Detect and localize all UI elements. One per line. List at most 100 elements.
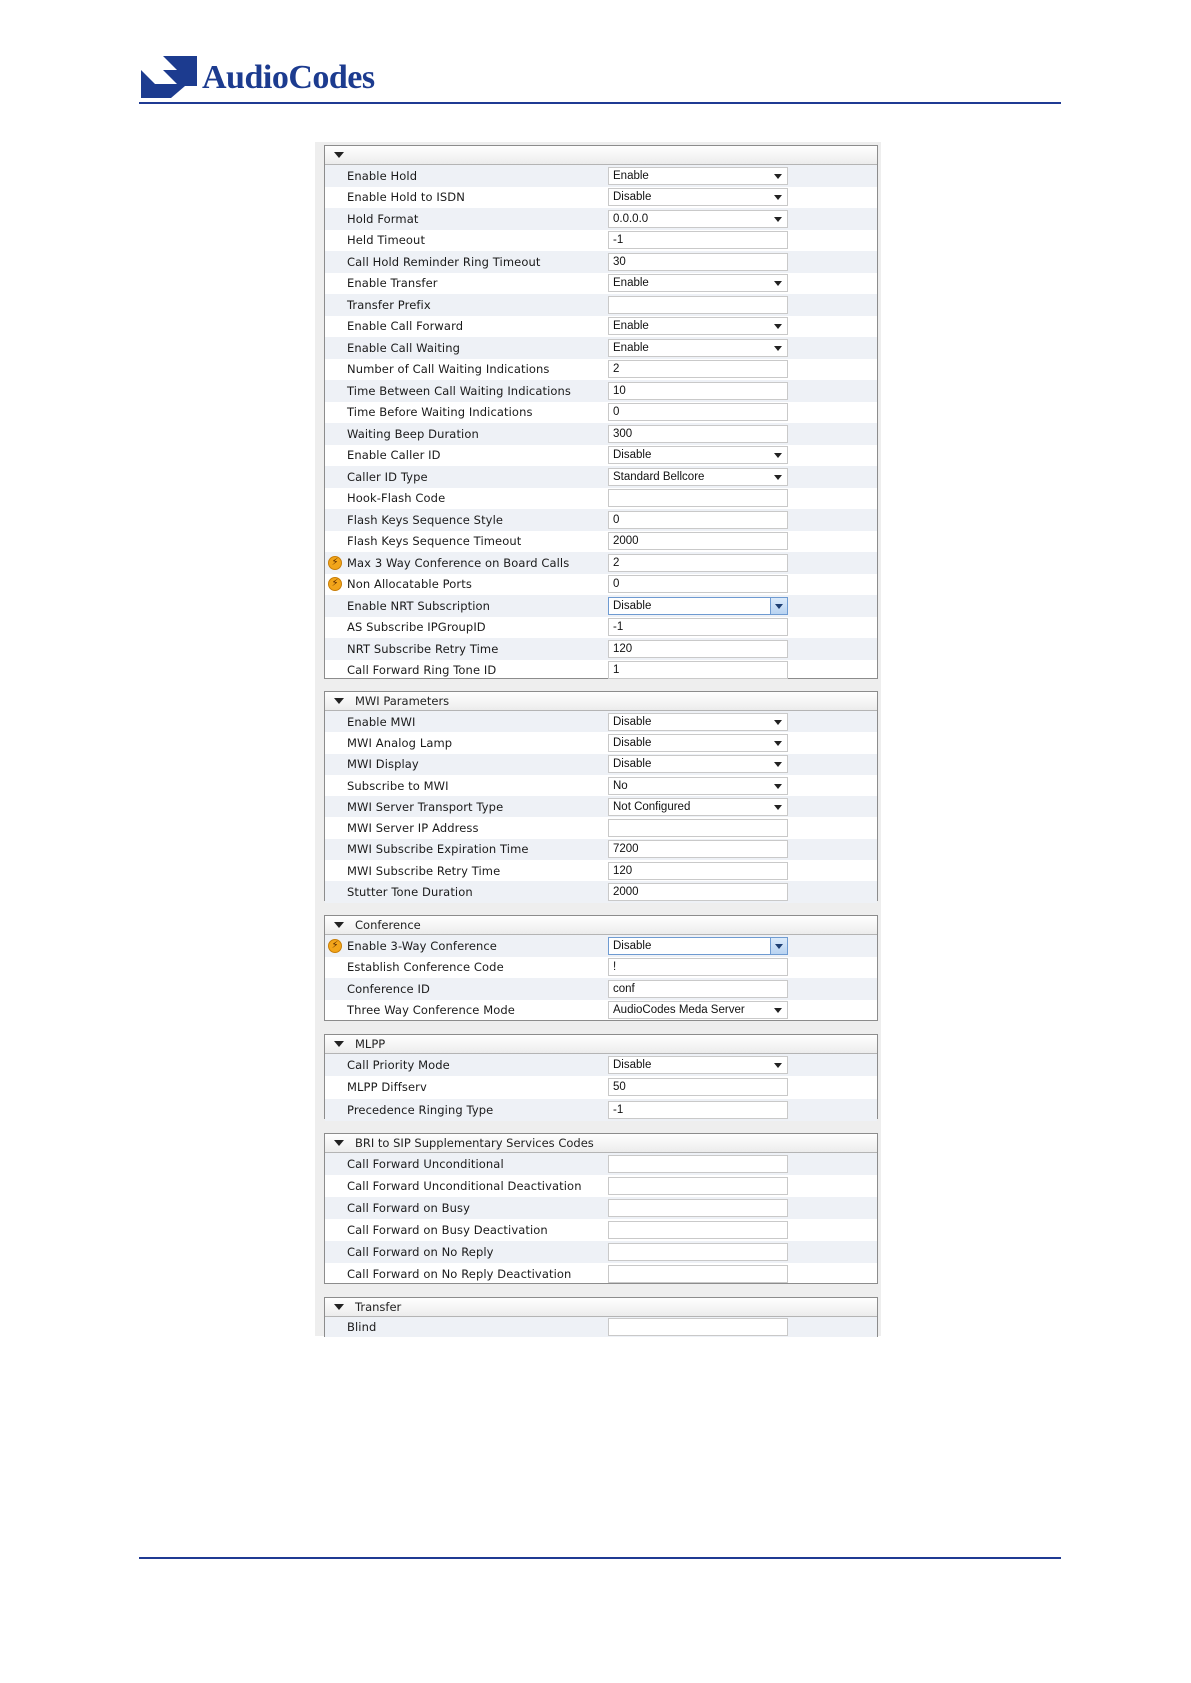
param-label: MWI Display	[347, 757, 419, 772]
dropdown-arrow-icon[interactable]	[774, 762, 782, 768]
stutter-tone-duration-input[interactable]: 2000	[608, 883, 788, 902]
param-label: Three Way Conference Mode	[347, 1003, 515, 1018]
call-forward-on-busy-input[interactable]	[608, 1199, 788, 1217]
dropdown-arrow-icon[interactable]	[774, 173, 782, 179]
subscribe-to-mwi-select[interactable]: No	[608, 776, 788, 795]
param-label: Flash Keys Sequence Style	[347, 512, 504, 527]
field-value: 300	[613, 427, 633, 440]
call-forward-on-no-reply-input[interactable]	[608, 1243, 788, 1261]
collapse-arrow-icon[interactable]	[334, 922, 344, 928]
section-header[interactable]: BRI to SIP Supplementary Services Codes	[325, 1134, 877, 1153]
enable-hold-to-isdn-select[interactable]: Disable	[608, 188, 788, 207]
collapse-arrow-icon[interactable]	[334, 1304, 344, 1310]
hook-flash-code-input[interactable]	[608, 489, 788, 508]
call-forward-unconditional-input[interactable]	[608, 1155, 788, 1173]
time-before-waiting-indications-input[interactable]: 0	[608, 403, 788, 422]
non-allocatable-ports-input[interactable]: 0	[608, 575, 788, 594]
mlpp-diffserv-input[interactable]: 50	[608, 1078, 788, 1097]
param-label: Enable 3-Way Conference	[347, 938, 497, 953]
field-value: 120	[613, 642, 633, 655]
enable-nrt-subscription-select[interactable]: Disable	[608, 596, 788, 615]
mwi-display-select[interactable]: Disable	[608, 755, 788, 774]
enable-transfer-select[interactable]: Enable	[608, 274, 788, 293]
enable-hold-select[interactable]: Enable	[608, 166, 788, 185]
held-timeout-input[interactable]: -1	[608, 231, 788, 250]
param-row-call-forward-on-busy-deactivation: Call Forward on Busy Deactivation	[325, 1219, 877, 1241]
call-forward-on-busy-deactivation-input[interactable]	[608, 1221, 788, 1239]
mwi-server-transport-type-select[interactable]: Not Configured	[608, 797, 788, 816]
field-value: 0	[613, 513, 620, 526]
collapse-arrow-icon[interactable]	[334, 1041, 344, 1047]
param-label: Hold Format	[347, 211, 419, 226]
hold-format-select[interactable]: 0.0.0.0	[608, 209, 788, 228]
mwi-server-ip-address-input[interactable]	[608, 819, 788, 838]
mwi-subscribe-retry-time-input[interactable]: 120	[608, 861, 788, 880]
dropdown-arrow-icon[interactable]	[774, 216, 782, 222]
dropdown-arrow-icon[interactable]	[774, 324, 782, 330]
dropdown-arrow-icon[interactable]	[774, 453, 782, 459]
param-row-non-allocatable-ports: ⚡ Non Allocatable Ports 0	[325, 574, 877, 596]
dropdown-arrow-icon[interactable]	[774, 719, 782, 725]
enable-caller-id-select[interactable]: Disable	[608, 446, 788, 465]
enable-call-waiting-select[interactable]: Enable	[608, 338, 788, 357]
dropdown-arrow-icon[interactable]	[774, 474, 782, 480]
conference-id-input[interactable]: conf	[608, 979, 788, 998]
lightning-warning-icon: ⚡	[328, 577, 342, 592]
caller-id-type-select[interactable]: Standard Bellcore	[608, 467, 788, 486]
dropdown-arrow-icon[interactable]	[774, 1063, 782, 1069]
section-header[interactable]: MWI Parameters	[325, 692, 877, 711]
dropdown-arrow-icon[interactable]	[770, 937, 787, 954]
collapse-arrow-icon[interactable]	[334, 1140, 344, 1146]
param-row-caller-id-type: Caller ID Type Standard Bellcore	[325, 466, 877, 488]
enable-call-forward-select[interactable]: Enable	[608, 317, 788, 336]
logo-text: AudioCodes	[202, 59, 375, 96]
three-way-conference-mode-select[interactable]: AudioCodes Meda Server	[608, 1001, 788, 1020]
waiting-beep-duration-input[interactable]: 300	[608, 424, 788, 443]
dropdown-arrow-icon[interactable]	[774, 740, 782, 746]
collapse-arrow-icon[interactable]	[334, 152, 344, 158]
param-row-enable-call-waiting: Enable Call Waiting Enable	[325, 337, 877, 359]
dropdown-arrow-icon[interactable]	[774, 1008, 782, 1014]
field-value: 2	[613, 363, 620, 376]
flash-keys-sequence-timeout-input[interactable]: 2000	[608, 532, 788, 551]
call-forward-unconditional-deactivation-input[interactable]	[608, 1177, 788, 1195]
flash-keys-sequence-style-input[interactable]: 0	[608, 510, 788, 529]
param-row-conference-id: Conference ID conf	[325, 978, 877, 1000]
dropdown-arrow-icon[interactable]	[774, 783, 782, 789]
section-header[interactable]	[325, 146, 877, 165]
dropdown-arrow-icon[interactable]	[774, 804, 782, 810]
nrt-subscribe-retry-time-input[interactable]: 120	[608, 639, 788, 658]
dropdown-arrow-icon[interactable]	[774, 345, 782, 351]
call-forward-ring-tone-id-input[interactable]: 1	[608, 661, 788, 680]
call-priority-mode-select[interactable]: Disable	[608, 1056, 788, 1075]
dropdown-arrow-icon[interactable]	[770, 597, 787, 614]
enable-3-way-conference-select[interactable]: Disable	[608, 936, 788, 955]
field-value: Enable	[613, 320, 649, 333]
transfer-prefix-input[interactable]	[608, 295, 788, 314]
time-between-call-waiting-indications-input[interactable]: 10	[608, 381, 788, 400]
section-header[interactable]: Transfer	[325, 1298, 877, 1317]
as-subscribe-ipgroupid-input[interactable]: -1	[608, 618, 788, 637]
call-hold-reminder-ring-timeout-input[interactable]: 30	[608, 252, 788, 271]
enable-mwi-select[interactable]: Disable	[608, 712, 788, 731]
param-label: Subscribe to MWI	[347, 778, 449, 793]
mwi-subscribe-expiration-time-input[interactable]: 7200	[608, 840, 788, 859]
dropdown-arrow-icon[interactable]	[774, 281, 782, 287]
blind-input[interactable]	[608, 1318, 788, 1336]
establish-conference-code-input[interactable]: !	[608, 958, 788, 977]
section-conference: Conference ⚡ Enable 3-Way Conference Disabl…	[324, 915, 878, 1021]
dropdown-arrow-icon[interactable]	[774, 195, 782, 201]
call-forward-on-no-reply-deactivation-input[interactable]	[608, 1265, 788, 1283]
field-value: Enable	[613, 277, 649, 290]
number-of-call-waiting-indications-input[interactable]: 2	[608, 360, 788, 379]
field-value: -1	[613, 234, 624, 247]
max-3-way-conference-on-board-calls-input[interactable]: 2	[608, 553, 788, 572]
collapse-arrow-icon[interactable]	[334, 698, 344, 704]
section-header[interactable]: MLPP	[325, 1035, 877, 1054]
param-label: Held Timeout	[347, 233, 426, 248]
section-header[interactable]: Conference	[325, 916, 877, 935]
param-label: Enable Transfer	[347, 276, 438, 291]
param-label: MWI Subscribe Retry Time	[347, 863, 501, 878]
precedence-ringing-type-input[interactable]: -1	[608, 1100, 788, 1119]
mwi-analog-lamp-select[interactable]: Disable	[608, 733, 788, 752]
